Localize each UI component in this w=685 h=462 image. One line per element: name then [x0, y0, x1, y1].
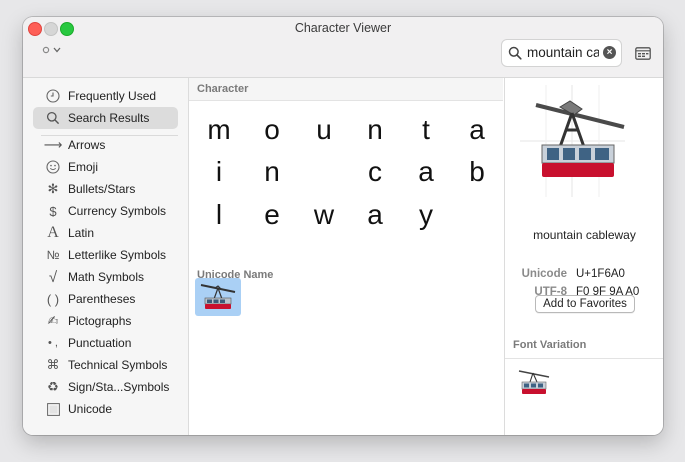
sidebar-item-bullets-stars[interactable]: ✻ Bullets/Stars — [33, 178, 178, 200]
cable-car-icon — [200, 284, 236, 309]
add-to-favorites-button[interactable]: Add to Favorites — [535, 295, 635, 313]
character-panel: Character m o u n t a i n c a b l e w a … — [189, 78, 503, 435]
character-cell[interactable]: t — [401, 114, 451, 146]
character-cell[interactable]: n — [350, 114, 400, 146]
sidebar-item-label: Search Results — [68, 111, 150, 125]
cable-car-variation-icon[interactable] — [517, 365, 551, 399]
sidebar-item-pictographs[interactable]: ✍ Pictographs — [33, 310, 178, 332]
sidebar-item-latin[interactable]: A Latin — [33, 222, 178, 244]
sidebar-item-arrows[interactable]: ⟶ Arrows — [33, 134, 178, 156]
command-icon: ⌘ — [46, 357, 60, 372]
character-header: Character — [197, 83, 249, 95]
character-cell[interactable]: m — [194, 114, 244, 146]
character-viewer-window: Character Viewer mountain cab × Frequent… — [23, 17, 663, 435]
sidebar-item-label: Pictographs — [68, 314, 132, 328]
clock-icon — [45, 89, 61, 103]
action-menu-button[interactable] — [42, 46, 61, 54]
sidebar-item-frequently-used[interactable]: Frequently Used — [33, 85, 178, 107]
dollar-icon: $ — [49, 203, 57, 219]
character-cell[interactable]: y — [401, 199, 451, 231]
sidebar-item-label: Latin — [68, 226, 95, 240]
smiley-icon — [45, 160, 61, 174]
character-cell[interactable]: l — [194, 199, 244, 231]
character-cell[interactable]: c — [350, 156, 400, 188]
unicode-icon — [45, 402, 61, 416]
window-title: Character Viewer — [294, 21, 392, 35]
sidebar-item-label: Currency Symbols — [68, 204, 167, 218]
recycle-icon: ♻ — [47, 379, 59, 394]
sidebar-item-technical-symbols[interactable]: ⌘ Technical Symbols — [33, 354, 178, 376]
sidebar-item-label: Math Symbols — [68, 270, 145, 284]
character-cell[interactable]: e — [247, 199, 297, 231]
sqrt-icon: √ — [48, 268, 58, 286]
sidebar-item-label: Frequently Used — [68, 89, 157, 103]
character-cell[interactable]: o — [247, 114, 297, 146]
sidebar-item-parentheses[interactable]: ( ) Parentheses — [33, 288, 178, 310]
numero-icon: № — [46, 248, 60, 262]
character-cell[interactable]: u — [299, 114, 349, 146]
unicode-label: Unicode — [521, 268, 567, 280]
view-toggle-icon[interactable] — [635, 47, 651, 60]
sidebar-item-label: Parentheses — [68, 292, 136, 306]
sidebar-item-label: Sign/Sta...Symbols — [68, 380, 170, 394]
character-name: mountain cableway — [533, 228, 636, 242]
selected-emoji-cell[interactable] — [195, 278, 241, 316]
sidebar-item-label: Unicode — [68, 402, 113, 416]
font-variation-header: Font Variation — [513, 339, 587, 351]
category-sidebar: Frequently Used Search Results ⟶ Arrows … — [23, 78, 189, 435]
cable-car-preview-icon — [520, 85, 625, 197]
sidebar-item-letterlike-symbols[interactable]: № Letterlike Symbols — [33, 244, 178, 266]
character-cell[interactable]: i — [194, 156, 244, 188]
sidebar-item-math-symbols[interactable]: √ Math Symbols — [33, 266, 178, 288]
sidebar-item-label: Technical Symbols — [68, 358, 168, 372]
character-cell[interactable]: a — [401, 156, 451, 188]
sidebar-item-label: Bullets/Stars — [68, 182, 136, 196]
sidebar-item-sign-standard-symbols[interactable]: ♻ Sign/Sta...Symbols — [33, 376, 178, 398]
search-icon — [45, 111, 61, 125]
unicode-value: U+1F6A0 — [576, 268, 625, 280]
character-info-panel: mountain cableway Unicode U+1F6A0 UTF-8 … — [504, 78, 663, 435]
pictograph-icon: ✍ — [47, 313, 59, 328]
arrow-icon: ⟶ — [43, 137, 63, 152]
search-field[interactable]: mountain cab × — [501, 39, 622, 67]
sidebar-item-search-results[interactable]: Search Results — [33, 107, 178, 129]
parentheses-icon: ( ) — [46, 291, 60, 307]
sidebar-item-label: Emoji — [68, 160, 99, 174]
clear-search-icon[interactable]: × — [603, 46, 616, 59]
search-input[interactable]: mountain cab — [527, 45, 599, 60]
chevron-down-icon — [53, 47, 61, 53]
sidebar-item-unicode[interactable]: Unicode — [33, 398, 178, 420]
gear-icon — [42, 46, 50, 54]
character-cell[interactable]: n — [247, 156, 297, 188]
sidebar-item-currency-symbols[interactable]: $ Currency Symbols — [33, 200, 178, 222]
search-icon — [508, 46, 522, 60]
sidebar-item-punctuation[interactable]: • , Punctuation — [33, 332, 178, 354]
sidebar-item-label: Punctuation — [68, 336, 132, 350]
latin-a-icon: A — [47, 224, 59, 241]
snowflake-icon: ✻ — [47, 181, 59, 196]
character-cell[interactable]: a — [452, 114, 502, 146]
character-cell[interactable]: a — [350, 199, 400, 231]
titlebar: Character Viewer mountain cab × — [23, 17, 663, 78]
sidebar-item-emoji[interactable]: Emoji — [33, 156, 178, 178]
character-cell[interactable]: w — [299, 199, 349, 231]
sidebar-item-label: Arrows — [68, 138, 106, 152]
punctuation-icon: • , — [48, 337, 58, 349]
character-cell[interactable]: b — [452, 156, 502, 188]
sidebar-item-label: Letterlike Symbols — [68, 248, 167, 262]
